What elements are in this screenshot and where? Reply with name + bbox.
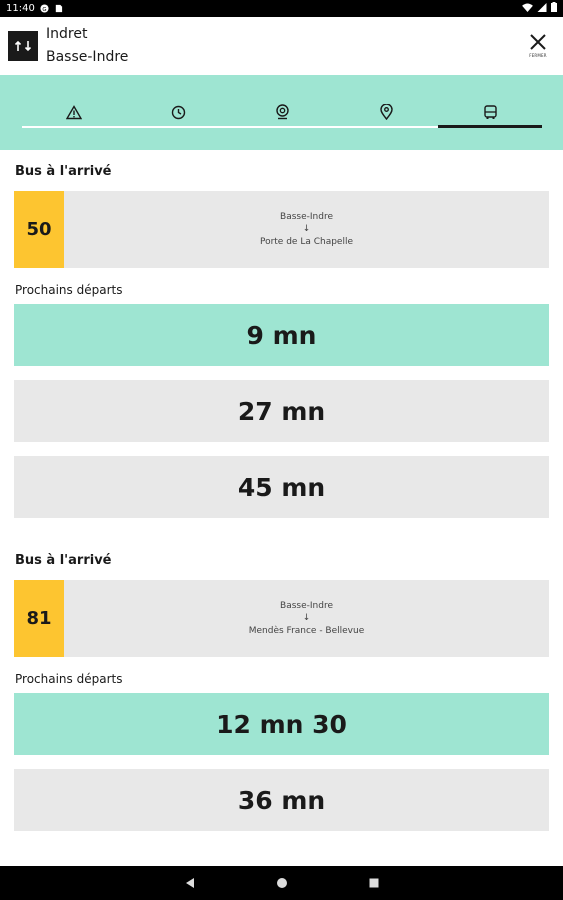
tab-alerts[interactable] — [22, 97, 126, 127]
departure-item: 9 mn — [14, 304, 549, 366]
departure-item: 36 mn — [14, 769, 549, 831]
status-time: 11:40 — [6, 3, 35, 14]
swap-direction-button[interactable] — [8, 31, 38, 61]
recents-icon[interactable] — [368, 877, 380, 889]
status-bar: 11:40 G — [0, 0, 563, 17]
route-origin: Basse-Indre — [280, 601, 333, 611]
close-label: FERMER — [529, 53, 547, 58]
bus-line-card[interactable]: 50 Basse-Indre ↓ Porte de La Chapelle — [14, 191, 549, 268]
bus-line-card[interactable]: 81 Basse-Indre ↓ Mendès France - Bellevu… — [14, 580, 549, 657]
warning-icon — [66, 104, 82, 119]
active-tab-indicator — [438, 125, 542, 128]
departures-title: Prochains départs — [15, 672, 123, 686]
close-button[interactable]: FERMER — [523, 33, 553, 67]
wifi-icon — [522, 2, 533, 15]
line-number-badge: 81 — [14, 580, 64, 657]
arrow-down-icon: ↓ — [302, 224, 311, 234]
signal-icon — [537, 2, 547, 15]
route-info: Basse-Indre ↓ Mendès France - Bellevue — [64, 580, 549, 657]
battery-icon — [551, 2, 557, 15]
tab-schedule[interactable] — [126, 97, 230, 127]
line-number-badge: 50 — [14, 191, 64, 268]
tab-stops[interactable] — [230, 97, 334, 127]
close-icon — [530, 34, 546, 50]
tab-map[interactable] — [334, 97, 438, 127]
route-destination: Porte de La Chapelle — [259, 237, 354, 247]
clock-icon — [171, 105, 185, 119]
arrow-down-icon: ↓ — [302, 613, 311, 623]
sd-card-icon — [54, 4, 63, 13]
departures-title: Prochains départs — [15, 283, 123, 297]
departure-item: 27 mn — [14, 380, 549, 442]
tab-bus[interactable] — [438, 97, 542, 127]
section-title: Bus à l'arrivé — [15, 553, 112, 568]
back-icon[interactable] — [184, 877, 196, 889]
home-icon[interactable] — [276, 877, 288, 889]
departure-item: 12 mn 30 — [14, 693, 549, 755]
route-origin: Basse-Indre — [280, 212, 333, 222]
notification-app-icon: G — [40, 4, 49, 13]
route-destination: Mendès France - Bellevue — [248, 626, 365, 636]
system-nav-bar — [0, 866, 563, 900]
section-title: Bus à l'arrivé — [15, 164, 112, 179]
location-pin-icon — [379, 104, 393, 120]
destination-stop-name: Basse-Indre — [46, 49, 129, 65]
bus-icon — [483, 104, 497, 119]
route-header: Indret Basse-Indre FERMER — [0, 17, 563, 75]
route-info: Basse-Indre ↓ Porte de La Chapelle — [64, 191, 549, 268]
tab-bar — [0, 75, 563, 150]
stop-pin-icon — [275, 104, 289, 120]
origin-stop-name: Indret — [46, 26, 88, 42]
departure-item: 45 mn — [14, 456, 549, 518]
swap-arrows-icon — [14, 40, 32, 52]
svg-text:G: G — [42, 7, 46, 13]
